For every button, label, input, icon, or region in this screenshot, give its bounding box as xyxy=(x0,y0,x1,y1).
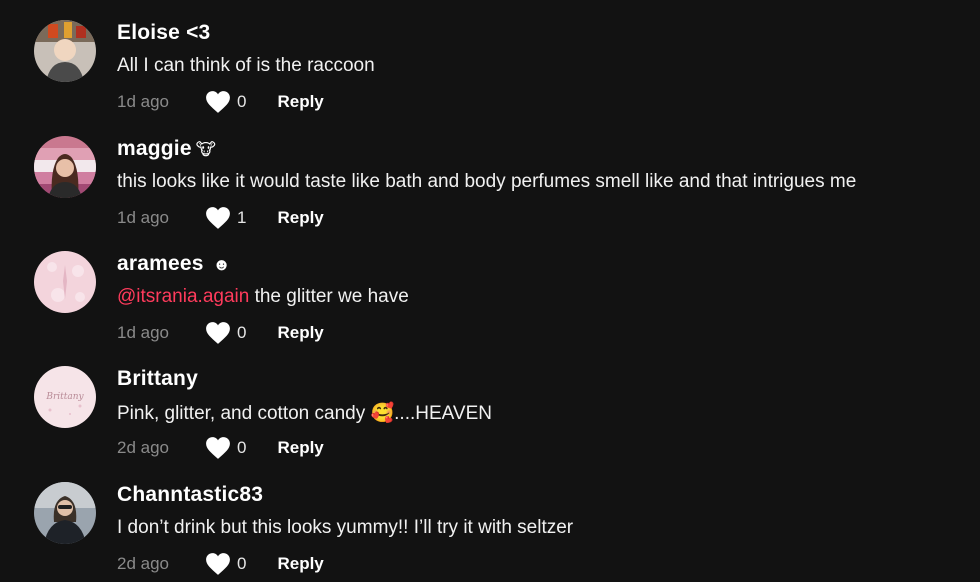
avatar[interactable] xyxy=(34,136,96,198)
avatar[interactable] xyxy=(34,482,96,544)
emoji-badge: 🐮 xyxy=(195,140,217,159)
heart-icon xyxy=(206,91,230,113)
comment-age: 2d ago xyxy=(117,554,169,573)
comment-age: 1d ago xyxy=(117,208,169,227)
like-button[interactable]: 0 xyxy=(205,90,246,114)
like-count: 0 xyxy=(237,438,247,457)
like-button[interactable]: 1 xyxy=(205,206,246,230)
like-button[interactable]: 0 xyxy=(205,321,246,345)
comment-username[interactable]: aramees ☻ xyxy=(117,252,231,276)
avatar[interactable] xyxy=(34,20,96,82)
like-count: 0 xyxy=(237,554,247,573)
comment-text: @itsrania.again the glitter we have xyxy=(117,286,409,307)
reply-button[interactable]: Reply xyxy=(277,554,323,574)
comment-text: I don’t drink but this looks yummy!! I’l… xyxy=(117,517,574,538)
reply-button[interactable]: Reply xyxy=(277,323,323,343)
comment-meta: 2d ago 0 Reply xyxy=(117,552,324,576)
avatar-image xyxy=(34,482,96,544)
reply-button[interactable]: Reply xyxy=(277,92,323,112)
heart-icon xyxy=(206,322,230,344)
comment-meta: 1d ago 1 Reply xyxy=(117,206,324,230)
heart-icon xyxy=(206,207,230,229)
avatar-image xyxy=(34,20,96,82)
reply-button[interactable]: Reply xyxy=(277,438,323,458)
comment-age: 2d ago xyxy=(117,438,169,457)
comment-age: 1d ago xyxy=(117,92,169,111)
comment-meta: 1d ago 0 Reply xyxy=(117,321,324,345)
heart-icon xyxy=(206,553,230,575)
comment-age: 1d ago xyxy=(117,323,169,342)
like-count: 1 xyxy=(237,208,247,227)
comment-username[interactable]: Channtastic83 xyxy=(117,483,263,507)
mention-link[interactable]: @itsrania.again xyxy=(117,286,249,307)
like-count: 0 xyxy=(237,323,247,342)
emoji-badge: ☻ xyxy=(212,255,231,274)
like-count: 0 xyxy=(237,92,247,111)
comment-username[interactable]: Brittany xyxy=(117,367,198,391)
like-button[interactable]: 0 xyxy=(205,552,246,576)
comment-text: Pink, glitter, and cotton candy 🥰....HEA… xyxy=(117,403,492,424)
like-button[interactable]: 0 xyxy=(205,436,246,460)
comment-username[interactable]: Eloise <3 xyxy=(117,21,210,45)
comment-text: All I can think of is the raccoon xyxy=(117,55,375,76)
avatar[interactable] xyxy=(34,251,96,313)
comment-meta: 1d ago 0 Reply xyxy=(117,90,324,114)
comment-meta: 2d ago 0 Reply xyxy=(117,436,324,460)
comment-username[interactable]: maggie 🐮 xyxy=(117,137,216,161)
comment-text: this looks like it would taste like bath… xyxy=(117,171,857,192)
reply-button[interactable]: Reply xyxy=(277,208,323,228)
avatar-image: Brittany xyxy=(34,366,96,428)
heart-icon xyxy=(206,437,230,459)
avatar-image xyxy=(34,251,96,313)
avatar-text: Brittany xyxy=(45,392,84,402)
avatar[interactable]: Brittany xyxy=(34,366,96,428)
avatar-image xyxy=(34,136,96,198)
